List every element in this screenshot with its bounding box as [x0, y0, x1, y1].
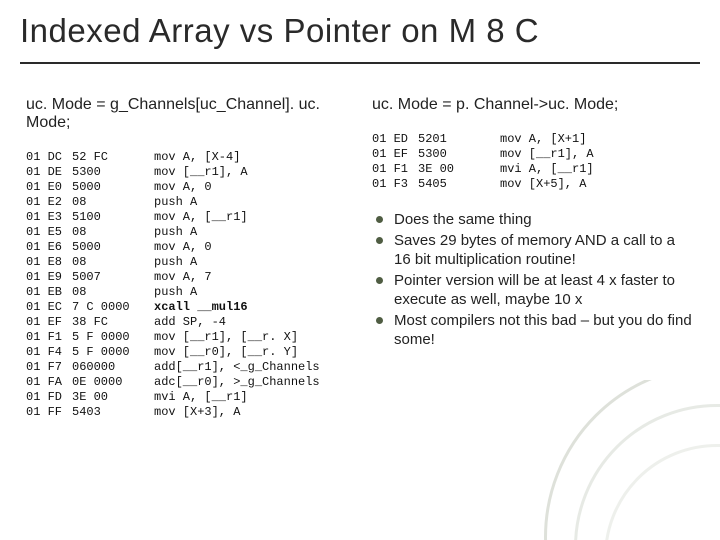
bullet-item: Saves 29 bytes of memory AND a call to a…	[372, 231, 694, 269]
page-title: Indexed Array vs Pointer on M 8 C	[20, 12, 539, 50]
code-row: 01 F15 F 0000mov [__r1], [__r. X]	[26, 330, 348, 345]
code-row: 01 F7060000add[__r1], <_g_Channels	[26, 360, 348, 375]
code-row: 01 E208push A	[26, 195, 348, 210]
code-row: 01 F45 F 0000mov [__r0], [__r. Y]	[26, 345, 348, 360]
left-code-block: 01 DC52 FCmov A, [X-4]01 DE5300mov [__r1…	[26, 150, 348, 420]
code-row: 01 EF38 FCadd SP, -4	[26, 315, 348, 330]
code-row: 01 DC52 FCmov A, [X-4]	[26, 150, 348, 165]
content-columns: uc. Mode = g_Channels[uc_Channel]. uc. M…	[26, 96, 694, 420]
left-column: uc. Mode = g_Channels[uc_Channel]. uc. M…	[26, 96, 366, 420]
code-row: 01 E35100mov A, [__r1]	[26, 210, 348, 225]
code-row: 01 E65000mov A, 0	[26, 240, 348, 255]
code-row: 01 FD3E 00mvi A, [__r1]	[26, 390, 348, 405]
code-row: 01 FF5403mov [X+3], A	[26, 405, 348, 420]
slide: Indexed Array vs Pointer on M 8 C uc. Mo…	[0, 0, 720, 540]
title-rule	[20, 62, 700, 64]
bullet-item: Does the same thing	[372, 210, 694, 229]
bullet-text: Most compilers not this bad – but you do…	[394, 312, 692, 348]
code-row: 01 ED5201mov A, [X+1]	[372, 132, 694, 147]
right-heading: uc. Mode = p. Channel->uc. Mode;	[372, 96, 694, 114]
code-row: 01 EF5300mov [__r1], A	[372, 147, 694, 162]
bullet-list: Does the same thing Saves 29 bytes of mem…	[372, 210, 694, 349]
code-row: 01 EC7 C 0000xcall __mul16	[26, 300, 348, 315]
code-row: 01 E95007mov A, 7	[26, 270, 348, 285]
code-row: 01 DE5300mov [__r1], A	[26, 165, 348, 180]
code-row: 01 EB08push A	[26, 285, 348, 300]
code-row: 01 F35405mov [X+5], A	[372, 177, 694, 192]
right-code-block: 01 ED5201mov A, [X+1]01 EF5300mov [__r1]…	[372, 132, 694, 192]
code-row: 01 E808push A	[26, 255, 348, 270]
code-row: 01 FA0E 0000adc[__r0], >_g_Channels	[26, 375, 348, 390]
bullet-text: Does the same thing	[394, 211, 532, 228]
bullet-dot-icon	[376, 216, 383, 223]
code-row: 01 F13E 00mvi A, [__r1]	[372, 162, 694, 177]
code-row: 01 E508push A	[26, 225, 348, 240]
right-column: uc. Mode = p. Channel->uc. Mode; 01 ED52…	[366, 96, 694, 420]
bullet-item: Most compilers not this bad – but you do…	[372, 311, 694, 349]
code-row: 01 E05000mov A, 0	[26, 180, 348, 195]
left-heading: uc. Mode = g_Channels[uc_Channel]. uc. M…	[26, 96, 348, 132]
bullet-text: Saves 29 bytes of memory AND a call to a…	[394, 232, 675, 268]
bullet-item: Pointer version will be at least 4 x fas…	[372, 271, 694, 309]
bullet-text: Pointer version will be at least 4 x fas…	[394, 272, 675, 308]
bullet-dot-icon	[376, 317, 383, 324]
bullet-dot-icon	[376, 277, 383, 284]
bullet-dot-icon	[376, 237, 383, 244]
